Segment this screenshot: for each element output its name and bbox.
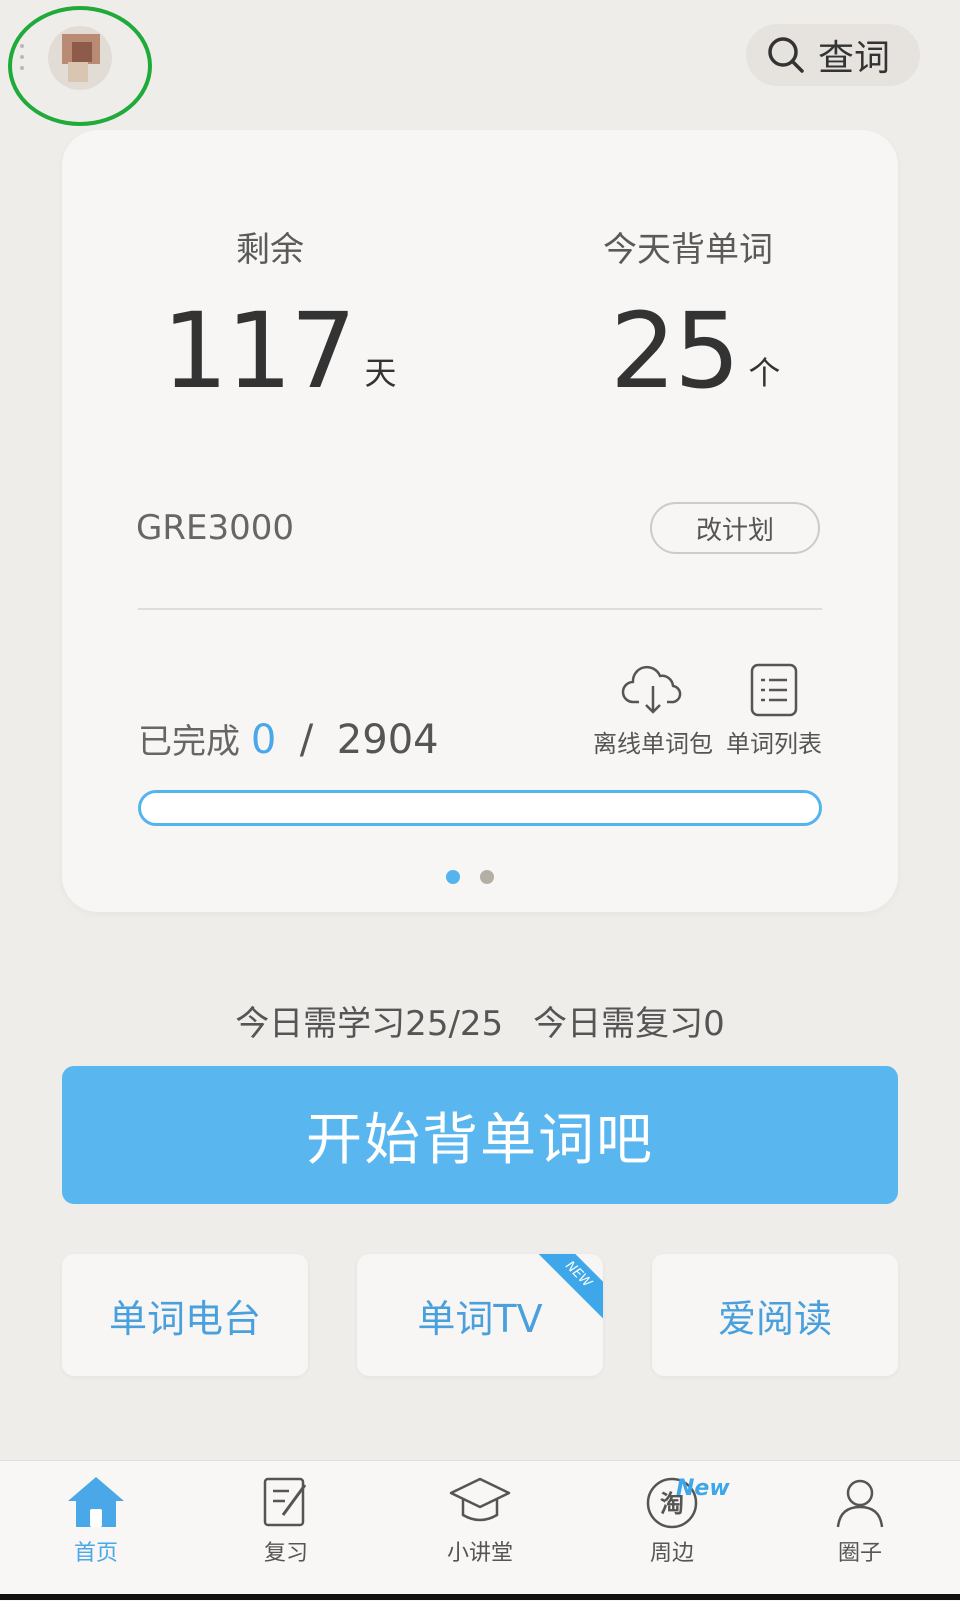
completed-label: 已完成 bbox=[138, 722, 240, 762]
tab-circle[interactable]: 圈子 bbox=[800, 1475, 920, 1567]
home-icon bbox=[68, 1477, 124, 1527]
tab-home[interactable]: 首页 bbox=[36, 1475, 156, 1567]
nearby-new-badge: New bbox=[676, 1476, 730, 1501]
today-words-value: 25 bbox=[610, 290, 740, 412]
search-word-button[interactable]: 查词 bbox=[746, 24, 920, 86]
mortarboard-icon bbox=[449, 1477, 511, 1522]
review-icon bbox=[263, 1477, 307, 1527]
daily-summary: 今日需学习25/25 今日需复习0 bbox=[0, 996, 960, 1045]
cloud-download-icon bbox=[621, 665, 682, 714]
search-word-label: 查词 bbox=[818, 38, 891, 79]
tab-lecture-label: 小讲堂 bbox=[446, 1541, 513, 1566]
page-dot bbox=[480, 870, 494, 884]
word-tv-button[interactable]: 单词TV NEW bbox=[357, 1254, 603, 1376]
remaining-days: 117 天 bbox=[162, 290, 397, 412]
review-summary: 今日需复习0 bbox=[533, 1004, 725, 1044]
total-words-value: 2904 bbox=[336, 717, 439, 763]
page-indicator bbox=[446, 870, 494, 884]
bottom-tab-bar: 首页 复习 小讲堂 淘 周边 圈子 bbox=[0, 1460, 960, 1601]
completed-value: 0 bbox=[250, 717, 277, 763]
love-reading-label: 爱阅读 bbox=[717, 1296, 832, 1341]
word-radio-label: 单词电台 bbox=[108, 1296, 261, 1341]
offline-package-label: 离线单词包 bbox=[593, 730, 713, 758]
tab-review[interactable]: 复习 bbox=[226, 1475, 346, 1567]
offline-package-button[interactable]: 离线单词包 bbox=[588, 662, 718, 759]
love-reading-button[interactable]: 爱阅读 bbox=[652, 1254, 898, 1376]
learn-summary: 今日需学习25/25 bbox=[235, 1004, 504, 1044]
word-tv-label: 单词TV bbox=[417, 1296, 543, 1341]
tab-review-label: 复习 bbox=[263, 1541, 308, 1566]
word-list-label: 单词列表 bbox=[726, 730, 822, 758]
start-memorize-button[interactable]: 开始背单词吧 bbox=[62, 1066, 898, 1204]
remaining-value: 117 bbox=[162, 290, 357, 412]
people-icon bbox=[836, 1479, 884, 1528]
remaining-unit: 天 bbox=[364, 354, 397, 392]
completed-separator: / bbox=[287, 717, 326, 763]
today-words: 25 个 bbox=[610, 290, 780, 412]
word-book-name: GRE3000 bbox=[136, 508, 294, 548]
word-radio-button[interactable]: 单词电台 bbox=[62, 1254, 308, 1376]
change-plan-button[interactable]: 改计划 bbox=[650, 502, 820, 554]
remaining-label: 剩余 bbox=[236, 230, 304, 270]
tab-nearby-label: 周边 bbox=[649, 1541, 694, 1566]
page-dot-active bbox=[446, 870, 460, 884]
completed-progress-text: 已完成 0 / 2904 bbox=[138, 714, 439, 763]
card-divider bbox=[138, 608, 822, 610]
today-words-unit: 个 bbox=[748, 354, 781, 392]
today-words-label: 今天背单词 bbox=[603, 230, 773, 270]
annotation-circle bbox=[8, 6, 152, 126]
search-icon bbox=[768, 37, 804, 73]
bottom-edge bbox=[0, 1594, 960, 1600]
tab-circle-label: 圈子 bbox=[837, 1541, 882, 1566]
tab-lecture[interactable]: 小讲堂 bbox=[420, 1475, 540, 1567]
word-list-button[interactable]: 单词列表 bbox=[720, 662, 828, 759]
list-icon bbox=[750, 663, 798, 717]
tab-home-label: 首页 bbox=[73, 1541, 118, 1566]
progress-bar bbox=[138, 790, 822, 826]
